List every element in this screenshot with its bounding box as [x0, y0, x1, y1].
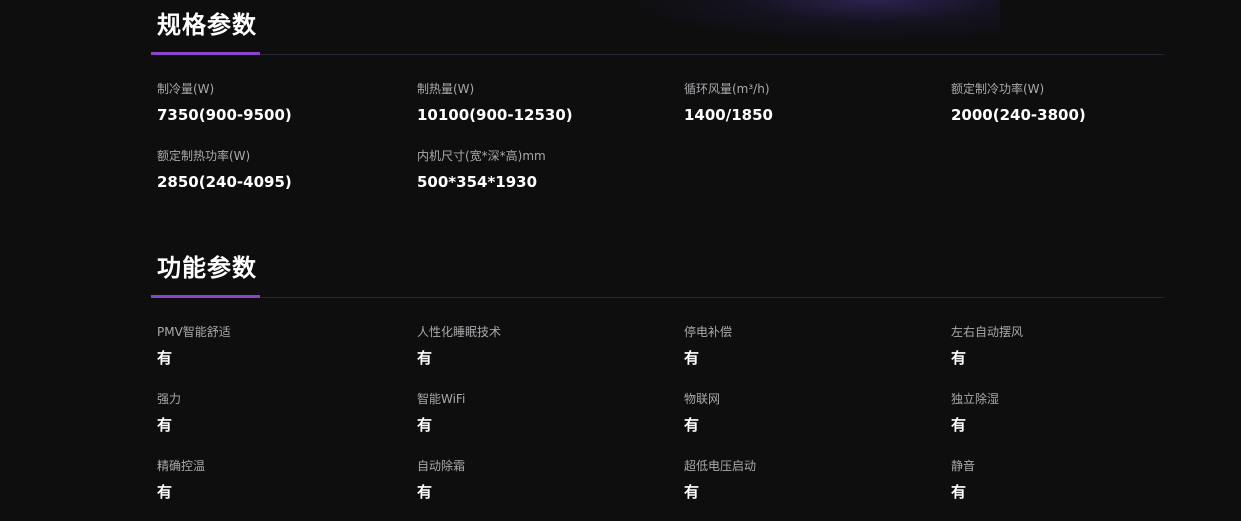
function-item-value: 有	[951, 349, 967, 367]
function-item-label: 强力	[157, 392, 182, 406]
function-item-auto-swing: 左右自动摆风 有	[951, 325, 1211, 367]
spec-item-label: 内机尺寸(宽*深*高)mm	[417, 149, 546, 163]
page: 规格参数 制冷量(W) 7350(900-9500) 制热量(W) 10100(…	[0, 0, 1241, 521]
spec-item-label: 制冷量(W)	[157, 82, 215, 96]
spec-section-header: 规格参数	[151, 0, 1164, 55]
function-item-precise-temp: 精确控温 有	[157, 459, 417, 501]
spec-section: 规格参数 制冷量(W) 7350(900-9500) 制热量(W) 10100(…	[151, 0, 1164, 191]
spec-item-value: 2850(240-4095)	[157, 173, 292, 191]
function-item-value: 有	[684, 349, 700, 367]
function-item-value: 有	[157, 483, 173, 501]
function-item-label: 精确控温	[157, 459, 206, 473]
function-item-silent: 静音 有	[951, 459, 1211, 501]
function-title-underline	[151, 295, 260, 298]
function-item-value: 有	[417, 416, 433, 434]
spec-item-heating-capacity: 制热量(W) 10100(900-12530)	[417, 82, 677, 124]
function-section-title: 功能参数	[157, 254, 257, 282]
spec-item-value: 2000(240-3800)	[951, 106, 1086, 124]
function-item-label: 智能WiFi	[417, 392, 466, 406]
function-item-label: 自动除霜	[417, 459, 466, 473]
spec-item-label: 额定制热功率(W)	[157, 149, 251, 163]
function-item-iot: 物联网 有	[684, 392, 944, 434]
function-item-value: 有	[157, 349, 173, 367]
spec-item-value: 1400/1850	[684, 106, 773, 124]
spec-item-cooling-capacity: 制冷量(W) 7350(900-9500)	[157, 82, 417, 124]
function-item-label: 静音	[951, 459, 976, 473]
function-item-value: 有	[684, 483, 700, 501]
function-item-value: 有	[684, 416, 700, 434]
spec-item-label: 循环风量(m³/h)	[684, 82, 770, 96]
function-item-smart-wifi: 智能WiFi 有	[417, 392, 677, 434]
function-item-turbo: 强力 有	[157, 392, 417, 434]
function-item-low-voltage-start: 超低电压启动 有	[684, 459, 944, 501]
function-item-value: 有	[417, 349, 433, 367]
function-item-label: 物联网	[684, 392, 721, 406]
function-item-label: PMV智能舒适	[157, 325, 231, 339]
function-item-auto-defrost: 自动除霜 有	[417, 459, 677, 501]
function-item-value: 有	[951, 483, 967, 501]
function-item-label: 超低电压启动	[684, 459, 757, 473]
function-item-label: 停电补偿	[684, 325, 733, 339]
spec-item-value: 10100(900-12530)	[417, 106, 573, 124]
spec-item-airflow: 循环风量(m³/h) 1400/1850	[684, 82, 944, 124]
function-item-value: 有	[951, 416, 967, 434]
spec-item-label: 制热量(W)	[417, 82, 475, 96]
function-item-value: 有	[417, 483, 433, 501]
function-item-label: 人性化睡眠技术	[417, 325, 502, 339]
spec-item-rated-heating-power: 额定制热功率(W) 2850(240-4095)	[157, 149, 417, 191]
spec-item-label: 额定制冷功率(W)	[951, 82, 1045, 96]
function-item-label: 独立除湿	[951, 392, 1000, 406]
spec-section-title: 规格参数	[157, 11, 257, 39]
spec-item-value: 500*354*1930	[417, 173, 538, 191]
function-item-pmv-comfort: PMV智能舒适 有	[157, 325, 417, 367]
function-item-sleep-tech: 人性化睡眠技术 有	[417, 325, 677, 367]
function-item-label: 左右自动摆风	[951, 325, 1024, 339]
spec-item-indoor-dimensions: 内机尺寸(宽*深*高)mm 500*354*1930	[417, 149, 677, 191]
function-item-dehumidify: 独立除湿 有	[951, 392, 1211, 434]
function-section: 功能参数 PMV智能舒适 有 人性化睡眠技术 有 停电补偿 有 左右自动摆风 有…	[151, 243, 1164, 501]
function-item-power-failure-compensation: 停电补偿 有	[684, 325, 944, 367]
function-section-header: 功能参数	[151, 243, 1164, 298]
spec-item-rated-cooling-power: 额定制冷功率(W) 2000(240-3800)	[951, 82, 1211, 124]
function-item-value: 有	[157, 416, 173, 434]
spec-title-underline	[151, 52, 260, 55]
spec-item-value: 7350(900-9500)	[157, 106, 292, 124]
